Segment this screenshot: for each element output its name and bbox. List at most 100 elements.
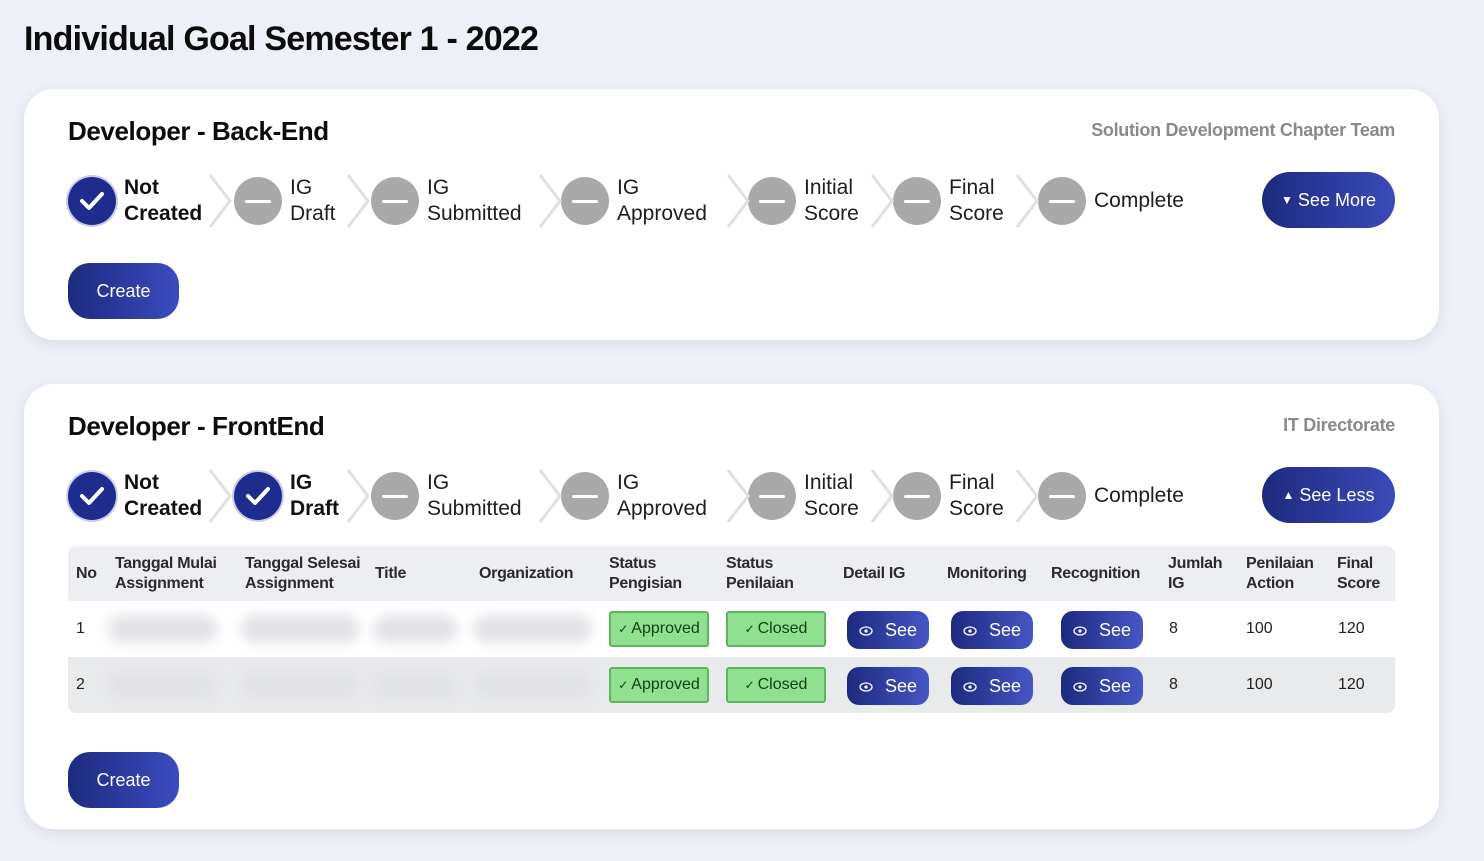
toggle-label: See Less <box>1299 484 1375 505</box>
check-circle-icon <box>234 472 282 520</box>
caret-down-icon: ▼ <box>1281 193 1293 207</box>
col-header-detail-ig: Detail IG <box>843 565 906 582</box>
step-label: Not Created <box>124 471 203 520</box>
minus-circle-icon <box>234 177 282 225</box>
step-5: Initial Score <box>748 173 859 229</box>
redacted-title <box>373 615 458 643</box>
caret-up-icon: ▲ <box>1282 488 1295 502</box>
eye-icon <box>1073 676 1099 697</box>
col-header-no: No <box>76 565 97 582</box>
individual-goal-table: No Tanggal Mulai Assignment Tanggal Sele… <box>68 546 1395 713</box>
step-label: Initial Score <box>804 471 859 520</box>
step-4: IG Approved <box>561 468 707 524</box>
step-separator-chevron-icon <box>346 468 372 524</box>
eye-icon <box>1073 620 1099 641</box>
page-title: Individual Goal Semester 1 - 2022 <box>24 20 539 58</box>
minus-circle-icon <box>371 177 419 225</box>
redacted-organization <box>473 615 593 643</box>
check-icon: ✓ <box>744 678 755 692</box>
step-label: IG Approved <box>617 176 707 225</box>
step-separator-chevron-icon <box>726 173 752 229</box>
step-label: Complete <box>1094 189 1184 212</box>
col-header-monitoring: Monitoring <box>947 565 1027 582</box>
minus-circle-icon <box>748 472 796 520</box>
step-label: Final Score <box>949 176 1004 225</box>
recognition-see-button[interactable]: See <box>1061 667 1143 705</box>
col-header-jumlah-ig: Jumlah IG <box>1168 555 1223 592</box>
cell-no: 1 <box>76 620 85 637</box>
status-label: Approved <box>631 620 700 637</box>
create-button[interactable]: Create <box>68 263 179 319</box>
see-label: See <box>988 619 1022 640</box>
eye-icon <box>859 676 885 697</box>
redacted-start-date <box>108 615 218 643</box>
step-label: Complete <box>1094 484 1184 507</box>
step-label: IG Draft <box>290 471 340 520</box>
col-header-status-pengisian: Status Pengisian <box>609 555 682 592</box>
step-7: Complete <box>1038 173 1184 229</box>
card-organization: IT Directorate <box>1283 415 1395 435</box>
toggle-label: See More <box>1297 189 1376 210</box>
redacted-end-date <box>240 671 360 699</box>
step-2: IG Draft <box>234 173 336 229</box>
status-penilaian-badge: ✓ Closed <box>726 667 826 703</box>
step-separator-chevron-icon <box>538 173 564 229</box>
check-icon: ✓ <box>618 622 629 636</box>
step-7: Complete <box>1038 468 1184 524</box>
progress-stepper: Not Created IG Draft IG Submitted IG Approv… <box>68 173 1208 229</box>
step-label: Final Score <box>949 471 1004 520</box>
monitoring-see-button[interactable]: See <box>951 611 1033 649</box>
check-icon: ✓ <box>744 622 755 636</box>
minus-circle-icon <box>893 177 941 225</box>
card-organization: Solution Development Chapter Team <box>1091 120 1395 140</box>
col-header-final-score: Final Score <box>1337 555 1380 592</box>
cell-jumlah-ig: 8 <box>1169 620 1178 637</box>
table-row: 1 ✓ Approved ✓ Closed See See See 8 100 120 <box>68 601 1395 657</box>
status-pengisian-badge: ✓ Approved <box>609 611 709 647</box>
cell-final-score: 120 <box>1338 620 1365 637</box>
goal-card-frontend: Developer - FrontEnd IT Directorate Not … <box>24 384 1439 829</box>
col-header-title: Title <box>375 565 407 582</box>
status-penilaian-badge: ✓ Closed <box>726 611 826 647</box>
step-separator-chevron-icon <box>346 173 372 229</box>
step-label: IG Submitted <box>427 176 522 225</box>
status-label: Approved <box>631 676 700 693</box>
detail-ig-see-button[interactable]: See <box>847 611 929 649</box>
redacted-organization <box>473 671 593 699</box>
step-1: Not Created <box>68 173 202 229</box>
see-label: See <box>884 675 918 696</box>
monitoring-see-button[interactable]: See <box>951 667 1033 705</box>
step-separator-chevron-icon <box>726 468 752 524</box>
create-button[interactable]: Create <box>68 752 179 808</box>
eye-icon <box>859 620 885 641</box>
status-pengisian-badge: ✓ Approved <box>609 667 709 703</box>
col-header-organization: Organization <box>479 565 574 582</box>
see-less-button[interactable]: ▲ See Less <box>1262 467 1395 523</box>
table-header: No Tanggal Mulai Assignment Tanggal Sele… <box>68 546 1395 601</box>
card-title: Developer - FrontEnd <box>68 411 325 441</box>
minus-circle-icon <box>893 472 941 520</box>
step-separator-chevron-icon <box>208 173 234 229</box>
minus-circle-icon <box>561 177 609 225</box>
col-header-end-date: Tanggal Selesai Assignment <box>245 555 361 592</box>
table-row: 2 ✓ Approved ✓ Closed See See See 8 100 120 <box>68 657 1395 713</box>
step-separator-chevron-icon <box>870 173 896 229</box>
col-header-status-penilaian: Status Penilaian <box>726 555 794 592</box>
step-label: IG Draft <box>290 176 336 225</box>
col-header-penilaian-action: Penilaian Action <box>1246 555 1314 592</box>
step-label: Not Created <box>124 176 203 225</box>
cell-no: 2 <box>76 676 85 693</box>
step-separator-chevron-icon <box>1015 468 1041 524</box>
minus-circle-icon <box>748 177 796 225</box>
see-label: See <box>1098 675 1132 696</box>
redacted-start-date <box>108 671 218 699</box>
see-more-button[interactable]: ▼ See More <box>1262 172 1395 228</box>
step-6: Final Score <box>893 468 1004 524</box>
detail-ig-see-button[interactable]: See <box>847 667 929 705</box>
step-label: IG Submitted <box>427 471 522 520</box>
redacted-end-date <box>240 615 360 643</box>
recognition-see-button[interactable]: See <box>1061 611 1143 649</box>
minus-circle-icon <box>1038 472 1086 520</box>
step-separator-chevron-icon <box>538 468 564 524</box>
cell-final-score: 120 <box>1338 676 1365 693</box>
